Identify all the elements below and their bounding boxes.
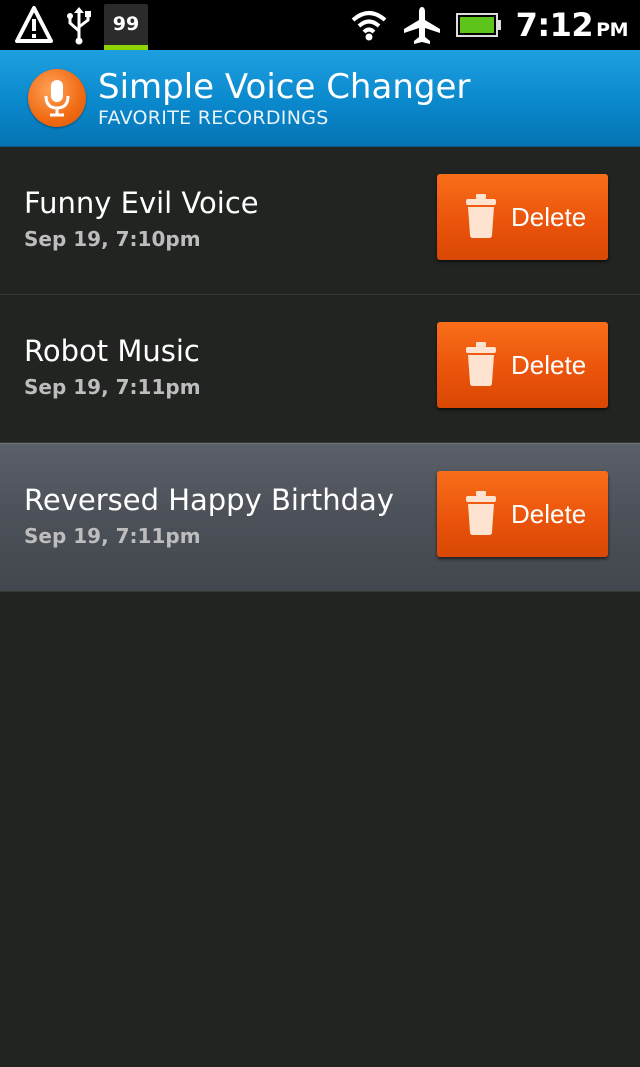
app-header: Simple Voice Changer FAVORITE RECORDINGS: [0, 50, 640, 147]
wifi-icon: [350, 5, 388, 45]
recording-row-selected[interactable]: Reversed Happy Birthday Sep 19, 7:11pm D…: [0, 443, 640, 592]
microphone-icon: [28, 69, 86, 127]
recordings-list: Funny Evil Voice Sep 19, 7:10pm Delete R…: [0, 147, 640, 592]
delete-button[interactable]: Delete: [437, 174, 608, 260]
recording-row[interactable]: Robot Music Sep 19, 7:11pm Delete: [0, 295, 640, 443]
app-title: Simple Voice Changer: [98, 67, 471, 107]
delete-label: Delete: [511, 201, 587, 232]
delete-button[interactable]: Delete: [437, 322, 608, 408]
airplane-icon: [402, 5, 442, 45]
status-bar: 99 7:12 PM: [0, 0, 640, 50]
delete-label: Delete: [511, 349, 587, 380]
trash-icon: [465, 193, 497, 242]
app-subtitle: FAVORITE RECORDINGS: [98, 107, 329, 129]
warning-triangle-icon: [14, 5, 54, 45]
trash-icon: [465, 341, 497, 390]
delete-label: Delete: [511, 498, 587, 529]
trash-icon: [465, 490, 497, 539]
clock: 7:12 PM: [515, 6, 629, 44]
delete-button[interactable]: Delete: [437, 471, 608, 557]
battery-icon: [455, 5, 502, 45]
notification-count-badge: 99: [104, 4, 148, 50]
usb-icon: [64, 5, 94, 45]
recording-row[interactable]: Funny Evil Voice Sep 19, 7:10pm Delete: [0, 147, 640, 295]
